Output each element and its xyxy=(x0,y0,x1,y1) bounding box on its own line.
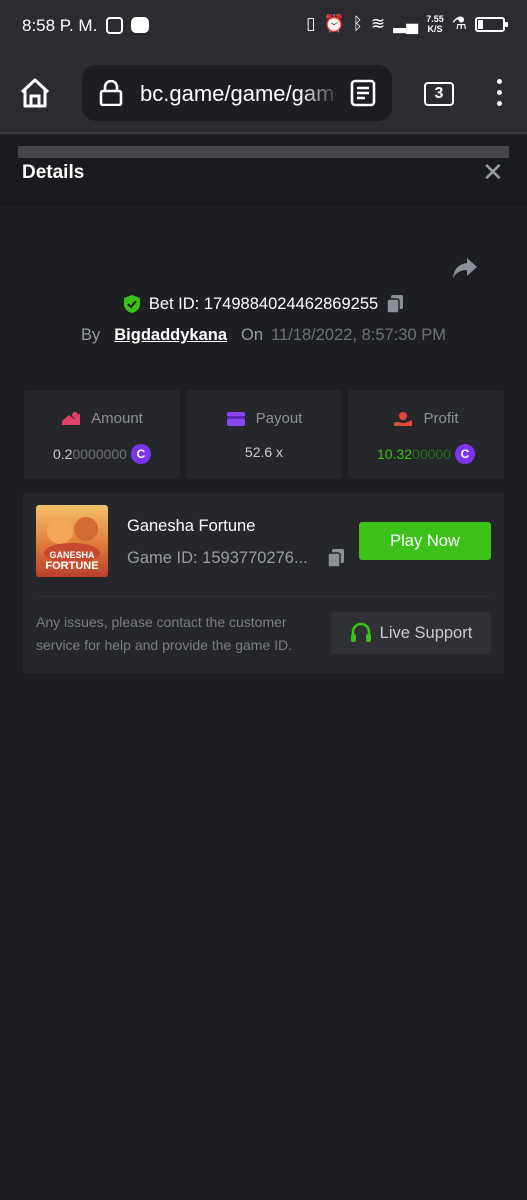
profit-value: 10.3200000 C xyxy=(348,444,504,464)
thumb-title-line1: GANESHA xyxy=(49,550,95,560)
address-bar[interactable]: bc.game/game/game xyxy=(82,65,392,121)
vibrate-icon: ▯ xyxy=(306,14,316,33)
bet-date: 11/18/2022, 8:57:30 PM xyxy=(271,326,446,344)
network-speed-unit: K/S xyxy=(427,24,443,34)
bet-id: Bet ID: 1749884024462869255 xyxy=(148,294,379,313)
battery-fill xyxy=(478,19,483,29)
payout-card: Payout 52.6 x xyxy=(186,390,342,479)
coin-icon: C xyxy=(454,444,475,464)
browser-toolbar: bc.game/game/game 3 xyxy=(0,52,527,134)
lock-icon[interactable] xyxy=(98,80,124,106)
flask-icon: ⚗ xyxy=(451,14,467,33)
alarm-icon: ⏰ xyxy=(323,14,345,33)
game-name[interactable]: Ganesha Fortune xyxy=(127,517,255,536)
payout-label: Payout xyxy=(255,410,303,427)
wifi-icon: ≋ xyxy=(370,14,386,33)
bluetooth-icon: ᛒ xyxy=(352,14,363,33)
username-link[interactable]: Bigdaddykana xyxy=(114,326,227,345)
payout-value: 52.6 x xyxy=(244,444,284,460)
game-thumbnail[interactable]: GANESHA FORTUNE xyxy=(36,505,108,577)
profit-card: Profit 10.3200000 C xyxy=(348,390,504,479)
modal-title: Details xyxy=(22,162,85,183)
amount-card: Amount 0.20000000 C xyxy=(24,390,180,479)
payout-card-icon xyxy=(226,411,245,426)
headset-icon xyxy=(350,622,371,642)
profit-icon xyxy=(394,411,413,426)
by-label: By xyxy=(81,326,101,344)
bet-id-row: Bet ID: 1749884024462869255 xyxy=(0,294,527,314)
verified-shield-icon xyxy=(123,295,140,313)
network-speed-value: 7.55 xyxy=(426,14,444,24)
modal-header: Details ✕ xyxy=(0,136,527,206)
live-support-label: Live Support xyxy=(379,623,473,642)
header-divider xyxy=(18,146,509,158)
app-notification-icon xyxy=(131,17,149,33)
tab-switcher-button[interactable]: 3 xyxy=(424,82,454,106)
close-icon[interactable]: ✕ xyxy=(482,159,504,185)
status-time: 8:58 P. M. xyxy=(22,16,98,35)
on-label: On xyxy=(241,326,264,344)
amount-value-main: 0.2 xyxy=(53,446,73,462)
copy-game-id-icon[interactable] xyxy=(327,548,345,568)
status-bar: 8:58 P. M. ▯ ⏰ ᛒ ≋ ▂▄ 7.55 K/S ⚗ xyxy=(0,0,527,52)
network-speed: 7.55 K/S xyxy=(426,14,444,34)
amount-value-rest: 0000000 xyxy=(72,446,127,462)
support-hint-text: Any issues, please contact the customer … xyxy=(36,614,293,653)
play-now-button[interactable]: Play Now xyxy=(359,522,491,560)
game-id: Game ID: 1593770276... xyxy=(127,549,308,567)
amount-label: Amount xyxy=(91,410,143,427)
home-icon[interactable] xyxy=(18,76,52,110)
profit-value-main: 10.32 xyxy=(377,446,413,462)
game-card: GANESHA FORTUNE Ganesha Fortune Game ID:… xyxy=(23,493,504,673)
battery-icon xyxy=(475,16,508,32)
copy-bet-id-icon[interactable] xyxy=(386,294,404,314)
reader-mode-icon[interactable] xyxy=(350,79,376,107)
share-icon[interactable] xyxy=(452,256,478,280)
thumb-title-line2: FORTUNE xyxy=(45,560,98,572)
profit-value-rest: 00000 xyxy=(412,446,451,462)
card-divider xyxy=(36,596,491,597)
more-menu-icon[interactable] xyxy=(494,79,504,109)
amount-value: 0.20000000 C xyxy=(24,444,180,464)
signal-icon: ▂▄ xyxy=(393,14,419,33)
profit-label: Profit xyxy=(423,410,459,427)
amount-icon xyxy=(62,411,81,425)
live-support-button[interactable]: Live Support xyxy=(331,612,491,654)
coin-icon: C xyxy=(130,444,151,464)
instagram-icon xyxy=(106,17,123,34)
bet-author-row: By Bigdaddykana On 11/18/2022, 8:57:30 P… xyxy=(0,326,527,345)
